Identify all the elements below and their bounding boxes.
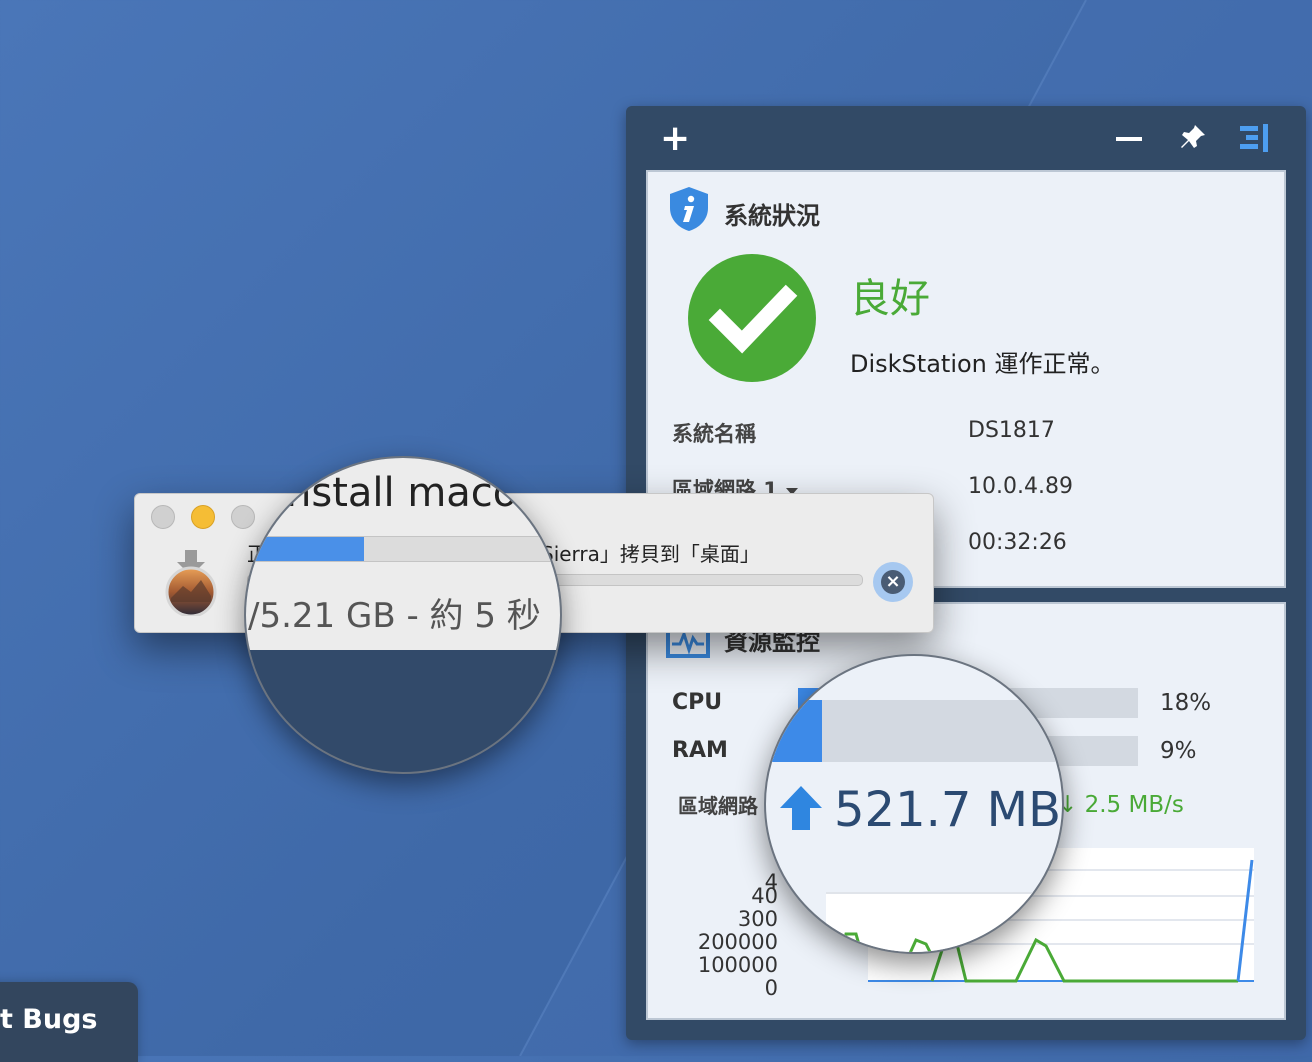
system-name-value: DS1817 bbox=[968, 418, 1055, 443]
magnified-progress-fill bbox=[246, 537, 364, 561]
ram-percent: 9% bbox=[1160, 738, 1197, 764]
magnified-chart-lines bbox=[840, 932, 932, 952]
magnified-cpu-bar bbox=[766, 700, 1062, 762]
magnifier-lens-dialog: nstall maco /5.21 GB - 約 5 秒 bbox=[244, 456, 562, 774]
lan-ip-value: 10.0.4.89 bbox=[968, 474, 1073, 499]
status-text: 良好 bbox=[850, 276, 930, 322]
status-message: DiskStation 運作正常。 bbox=[850, 350, 1115, 378]
window-close-button[interactable] bbox=[151, 505, 175, 529]
y-tick: 0 bbox=[764, 976, 778, 1000]
y-tick: 300 bbox=[737, 907, 778, 931]
macos-installer-icon bbox=[163, 550, 219, 620]
pin-icon[interactable] bbox=[1178, 122, 1208, 156]
checkmark-icon bbox=[688, 254, 816, 382]
cancel-x-icon: × bbox=[881, 570, 905, 594]
magnified-chart bbox=[826, 892, 1062, 952]
copy-status-end: Sierra」拷貝到「桌面」 bbox=[541, 542, 760, 566]
y-tick: 200000 bbox=[697, 930, 778, 954]
window-minimize-button[interactable] bbox=[191, 505, 215, 529]
cpu-percent: 18% bbox=[1160, 690, 1212, 716]
minus-icon[interactable] bbox=[1116, 137, 1142, 141]
card-title: 系統狀況 bbox=[724, 202, 820, 230]
cancel-copy-button[interactable]: × bbox=[873, 562, 913, 602]
info-shield-icon bbox=[668, 186, 710, 236]
upload-arrow-icon bbox=[780, 786, 822, 834]
plus-icon[interactable]: + bbox=[660, 118, 690, 159]
magnified-title: nstall maco bbox=[286, 470, 518, 516]
magnified-progress-text: /5.21 GB - 約 5 秒 bbox=[248, 596, 541, 636]
upload-total: 521.7 MB bbox=[834, 782, 1062, 838]
taskbar-chip-label: t Bugs bbox=[0, 1004, 98, 1035]
uptime-value: 00:32:26 bbox=[968, 530, 1067, 555]
y-tick: 100000 bbox=[697, 953, 778, 977]
taskbar-chip[interactable]: t Bugs bbox=[0, 982, 138, 1062]
network-label: 區域網路 bbox=[678, 794, 758, 818]
system-name-label: 系統名稱 bbox=[672, 422, 756, 446]
cpu-label: CPU bbox=[672, 690, 723, 715]
ram-label: RAM bbox=[672, 738, 728, 763]
download-speed-value: 2.5 MB/s bbox=[1084, 792, 1184, 818]
magnified-cpu-fill bbox=[766, 700, 822, 762]
download-speed: ↓ 2.5 MB/s bbox=[1058, 792, 1184, 818]
magnifier-lens-network: 521.7 MB bbox=[764, 654, 1064, 954]
dock-right-icon[interactable] bbox=[1240, 124, 1270, 156]
y-tick: 40 bbox=[751, 884, 778, 908]
magnified-progress-bar bbox=[246, 536, 560, 562]
